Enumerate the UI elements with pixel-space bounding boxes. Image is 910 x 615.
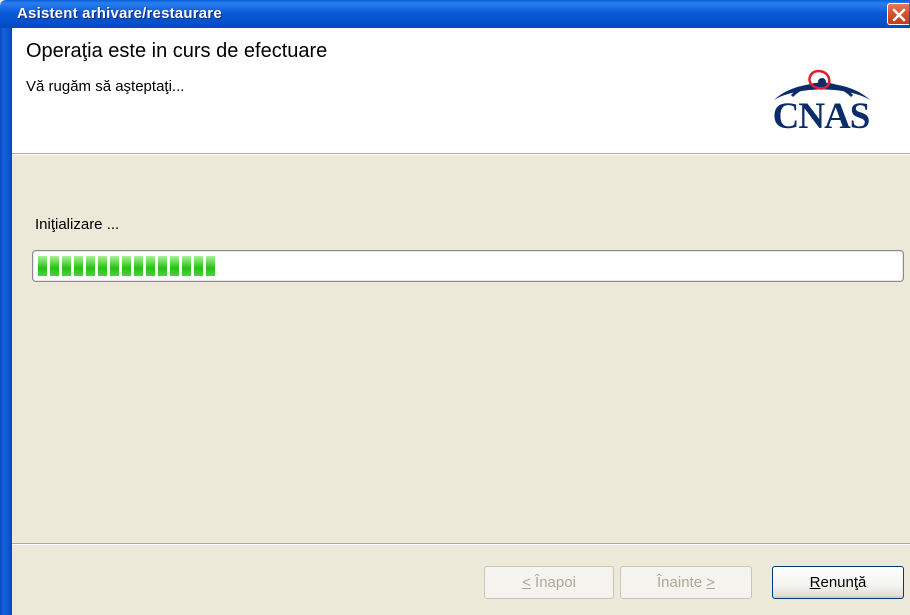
progress-bar	[32, 250, 904, 282]
progress-segment	[146, 256, 155, 276]
title-bar: Asistent arhivare/restaurare	[0, 0, 910, 28]
progress-segment	[38, 256, 47, 276]
cancel-button-label: Renunţă	[809, 574, 867, 591]
progress-segment	[170, 256, 179, 276]
progress-segment	[182, 256, 191, 276]
progress-segment	[158, 256, 167, 276]
progress-segment	[134, 256, 143, 276]
back-button-label: < Înapoi	[522, 574, 576, 591]
progress-segment	[110, 256, 119, 276]
progress-segment	[62, 256, 71, 276]
progress-segment	[98, 256, 107, 276]
wizard-header: Operaţia este in curs de efectuare Vă ru…	[12, 28, 910, 153]
page-title: Operaţia este in curs de efectuare	[26, 40, 328, 62]
header-divider-highlight	[12, 154, 910, 155]
status-label: Iniţializare ...	[35, 216, 120, 233]
logo-text: CNAS	[772, 96, 871, 137]
progress-fill	[38, 256, 215, 276]
cancel-button[interactable]: Renunţă	[772, 566, 904, 599]
progress-segment	[122, 256, 131, 276]
footer-divider-highlight	[12, 544, 910, 545]
progress-segment	[74, 256, 83, 276]
progress-segment	[194, 256, 203, 276]
progress-segment	[86, 256, 95, 276]
cnas-logo-icon: CNAS	[752, 66, 902, 166]
close-button[interactable]	[887, 3, 909, 25]
next-button[interactable]: Înainte >	[620, 566, 752, 599]
window-frame-left	[0, 28, 12, 615]
back-button[interactable]: < Înapoi	[484, 566, 614, 599]
progress-segment	[50, 256, 59, 276]
close-icon	[892, 8, 906, 22]
progress-segment	[206, 256, 215, 276]
window-title: Asistent arhivare/restaurare	[17, 5, 222, 22]
next-button-label: Înainte >	[657, 574, 715, 591]
page-subtitle: Vă rugăm să aşteptaţi...	[26, 78, 185, 95]
